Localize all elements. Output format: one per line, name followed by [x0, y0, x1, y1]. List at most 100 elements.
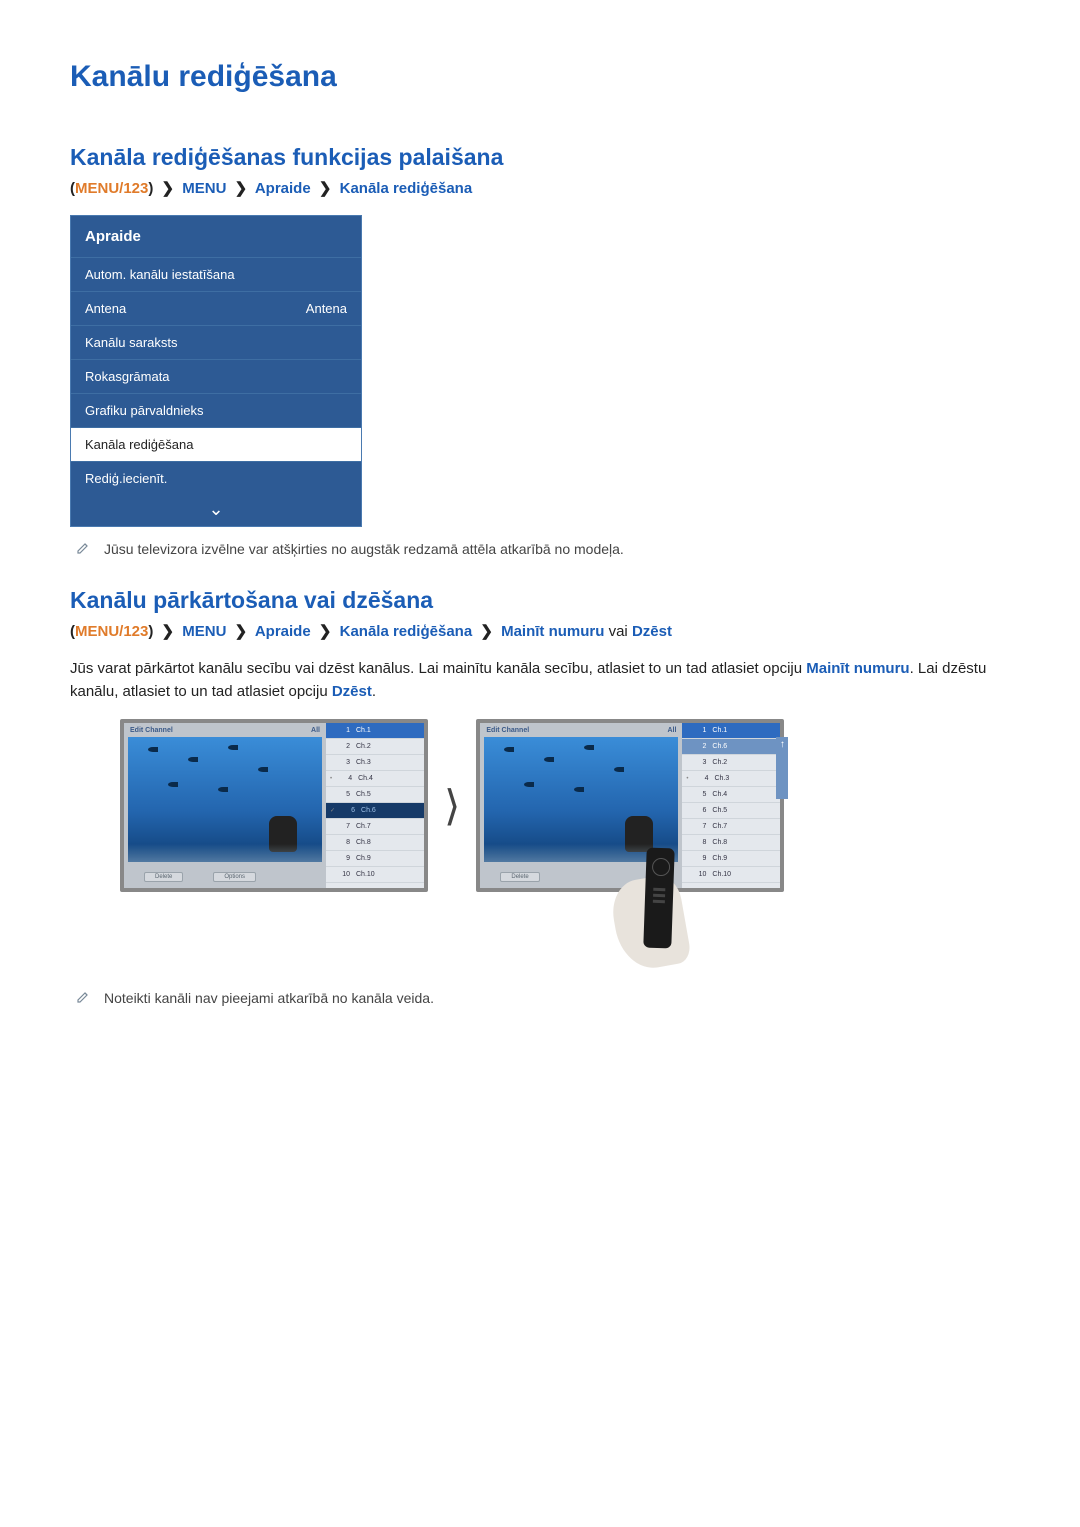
note-text: Jūsu televizora izvēlne var atšķirties n…	[104, 541, 624, 557]
section2-heading: Kanālu pārkārtošana vai dzēšana	[70, 587, 1010, 614]
delete-button[interactable]: Delete	[500, 872, 539, 882]
menu-item-label: Kanālu saraksts	[85, 335, 178, 350]
tv-before: Edit Channel All Delete Options 1Ch.12Ch…	[120, 719, 428, 892]
channel-number: 8	[692, 839, 706, 846]
channel-name: Ch.9	[712, 855, 727, 862]
crumb-apraide: Apraide	[255, 180, 311, 197]
t3: .	[372, 683, 376, 700]
tv-header-right: All	[311, 727, 320, 734]
channel-row[interactable]: 7Ch.7	[326, 819, 424, 835]
channel-name: Ch.3	[715, 775, 730, 782]
ocean-scene	[128, 737, 322, 862]
menu-item[interactable]: Kanāla rediģēšana	[71, 427, 361, 461]
menu-item[interactable]: Rokasgrāmata	[71, 359, 361, 393]
channel-row[interactable]: 7Ch.7	[682, 819, 780, 835]
menu-item[interactable]: Grafiku pārvaldnieks	[71, 393, 361, 427]
channel-marker: •	[330, 776, 332, 782]
channel-marker: •	[686, 776, 688, 782]
channel-row[interactable]: 10Ch.10	[326, 867, 424, 883]
channel-row[interactable]: 5 Ch.5	[326, 787, 424, 803]
channel-name: Ch.4	[358, 775, 373, 782]
channel-number: 9	[336, 855, 350, 862]
channel-list-a: 1Ch.12Ch.2 3 Ch.3 •4Ch.4 5 Ch.5 ✓ 6 Ch.6 7Ch.7 8 Ch…	[326, 723, 424, 888]
channel-row[interactable]: 5 Ch.4	[682, 787, 780, 803]
channel-name: Ch.2	[712, 759, 727, 766]
channel-name: Ch.8	[712, 839, 727, 846]
menu-item-label: Rediģ.iecienīt.	[85, 471, 167, 486]
crumb2-apraide: Apraide	[255, 623, 311, 640]
chevron-right-icon: ❯	[158, 623, 179, 640]
channel-number: 3	[692, 759, 706, 766]
channel-number: 3	[336, 759, 350, 766]
crumb2-menu: MENU	[182, 623, 226, 640]
delete-button[interactable]: Delete	[144, 872, 183, 882]
menu-item-label: Rokasgrāmata	[85, 369, 170, 384]
panel-title: Apraide	[71, 216, 361, 257]
channel-number: 1	[336, 727, 350, 734]
menu-item[interactable]: Rediģ.iecienīt.	[71, 461, 361, 495]
channel-name: Ch.5	[356, 791, 371, 798]
crumb2-menu123: MENU/123	[75, 623, 148, 640]
t1: Jūs varat pārkārtot kanālu secību vai dz…	[70, 660, 806, 677]
menu-item[interactable]: AntenaAntena	[71, 291, 361, 325]
menu-item[interactable]: Autom. kanālu iestatīšana	[71, 257, 361, 291]
pencil-icon	[76, 990, 90, 1004]
channel-number: 2	[336, 743, 350, 750]
channel-number: 6	[341, 807, 355, 814]
channel-row[interactable]: 2Ch.6	[682, 739, 780, 755]
channel-number: 8	[336, 839, 350, 846]
channel-row[interactable]: 1Ch.1	[326, 723, 424, 739]
em-change-number: Mainīt numuru	[806, 660, 909, 677]
crumb2-or: vai	[609, 623, 628, 640]
chevron-right-icon: ❯	[231, 623, 252, 640]
ocean-scene	[484, 737, 678, 862]
channel-name: Ch.9	[356, 855, 371, 862]
menu-item[interactable]: Kanālu saraksts	[71, 325, 361, 359]
em-delete: Dzēst	[332, 683, 372, 700]
crumb-edit: Kanāla rediģēšana	[340, 180, 473, 197]
channel-number: 5	[336, 791, 350, 798]
channel-row[interactable]: •4Ch.4	[326, 771, 424, 787]
channel-number: 5	[692, 791, 706, 798]
channel-name: Ch.10	[356, 871, 375, 878]
channel-number: 6	[692, 807, 706, 814]
remote-hand-illustration	[625, 848, 705, 968]
menu-item-label: Kanāla rediģēšana	[85, 437, 193, 452]
crumb-menu123: MENU/123	[75, 180, 148, 197]
broadcast-menu-panel: Apraide Autom. kanālu iestatīšanaAntenaA…	[70, 215, 362, 527]
note-text: Noteikti kanāli nav pieejami atkarībā no…	[104, 990, 434, 1006]
channel-name: Ch.3	[356, 759, 371, 766]
breadcrumb-1: (MENU/123) ❯ MENU ❯ Apraide ❯ Kanāla red…	[70, 179, 1010, 197]
channel-row[interactable]: 1Ch.1	[682, 723, 780, 739]
channel-row[interactable]: • 4 Ch.3	[682, 771, 780, 787]
channel-row[interactable]: 9 Ch.9	[326, 851, 424, 867]
channel-number: 4	[695, 775, 709, 782]
channel-marker: ✓	[330, 807, 335, 814]
tv-header-left: Edit Channel	[130, 727, 173, 734]
menu-item-label: Antena	[85, 301, 126, 316]
menu-item-label: Grafiku pārvaldnieks	[85, 403, 204, 418]
chevron-right-icon: ❯	[315, 180, 336, 197]
channel-row[interactable]: 3 Ch.2	[682, 755, 780, 771]
chevron-down-icon: ⌄	[71, 495, 361, 526]
crumb2-edit: Kanāla rediģēšana	[340, 623, 473, 640]
channel-row[interactable]: ✓ 6 Ch.6	[326, 803, 424, 819]
chevron-right-icon: ❯	[315, 623, 336, 640]
chevron-right-icon: ❯	[231, 180, 252, 197]
pencil-icon	[76, 541, 90, 555]
chevron-right-icon: ❯	[476, 623, 497, 640]
move-up-indicator: ↑	[776, 737, 788, 799]
channel-name: Ch.8	[356, 839, 371, 846]
options-button[interactable]: Options	[213, 872, 256, 882]
note-2: Noteikti kanāli nav pieejami atkarībā no…	[70, 990, 1010, 1006]
tv-screenshots-row: Edit Channel All Delete Options 1Ch.12Ch…	[120, 719, 1010, 892]
channel-row[interactable]: 3 Ch.3	[326, 755, 424, 771]
channel-number: 7	[336, 823, 350, 830]
crumb2-delete: Dzēst	[632, 623, 672, 640]
tv-header-right: All	[667, 727, 676, 734]
channel-row[interactable]: 8 Ch.8	[326, 835, 424, 851]
channel-name: Ch.4	[712, 791, 727, 798]
channel-row[interactable]: 2Ch.2	[326, 739, 424, 755]
channel-row[interactable]: 6Ch.5	[682, 803, 780, 819]
channel-name: Ch.6	[361, 807, 376, 814]
